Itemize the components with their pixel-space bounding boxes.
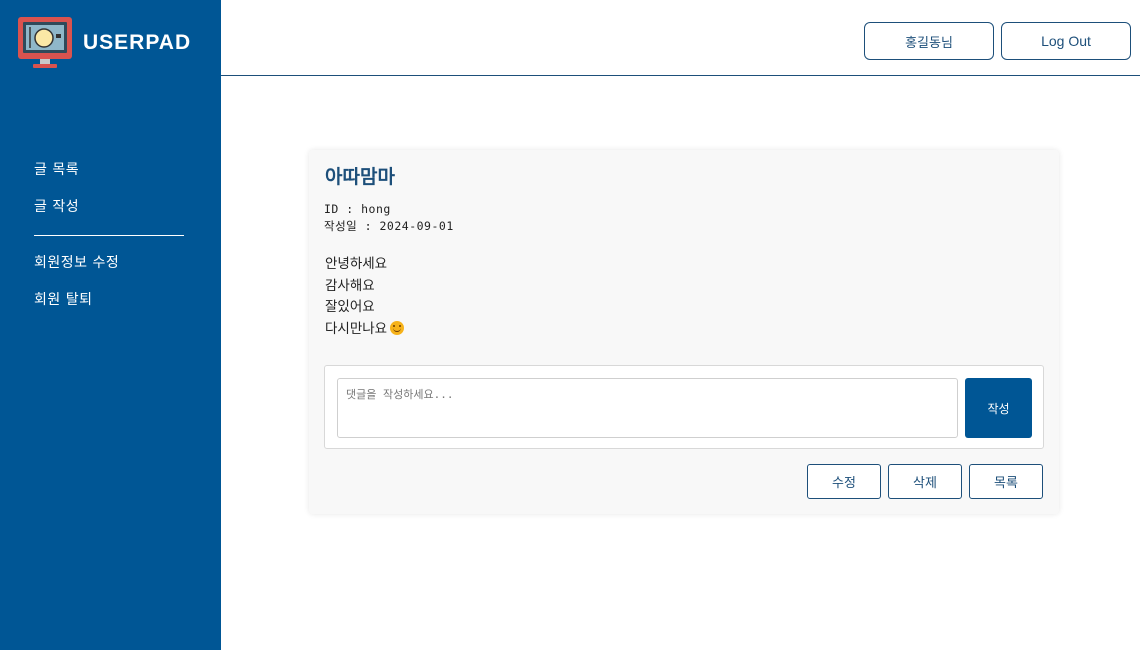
- user-button[interactable]: 홍길동님: [864, 22, 994, 60]
- computer-monitor-icon: [18, 17, 72, 68]
- delete-button[interactable]: 삭제: [888, 464, 962, 499]
- sidebar: USERPAD 글 목록 글 작성 회원정보 수정 회원 탈퇴: [0, 0, 221, 650]
- logout-button[interactable]: Log Out: [1001, 22, 1131, 60]
- post-actions: 수정 삭제 목록: [807, 464, 1043, 499]
- comment-form: 작성: [324, 365, 1044, 449]
- sidebar-divider: [34, 235, 184, 236]
- post-line-last: 다시만나요: [325, 319, 405, 341]
- post-card: 아따맘마 ID : hong 작성일 : 2024-09-01 안녕하세요 감사…: [309, 150, 1059, 514]
- sidebar-item-post-list[interactable]: 글 목록: [34, 158, 184, 195]
- logo[interactable]: USERPAD: [17, 16, 191, 70]
- brand-name: USERPAD: [83, 31, 192, 54]
- post-line: 감사해요: [325, 277, 375, 294]
- comment-input[interactable]: [337, 378, 958, 438]
- smiling-face-icon: [390, 320, 405, 335]
- sidebar-item-write-post[interactable]: 글 작성: [34, 195, 184, 232]
- sidebar-nav: 글 목록 글 작성 회원정보 수정 회원 탈퇴: [34, 158, 184, 325]
- sidebar-item-withdraw[interactable]: 회원 탈퇴: [34, 288, 184, 325]
- sidebar-item-edit-profile[interactable]: 회원정보 수정: [34, 251, 184, 288]
- post-title: 아따맘마: [325, 166, 395, 188]
- list-button[interactable]: 목록: [969, 464, 1043, 499]
- post-line: 안녕하세요: [325, 256, 388, 272]
- post-date: 작성일 : 2024-09-01: [324, 219, 454, 233]
- post-author-id: ID : hong: [324, 202, 391, 216]
- top-header: 홍길동님 Log Out: [221, 0, 1140, 76]
- post-content: 안녕하세요 감사해요 잘있어요 다시만나요: [325, 254, 405, 341]
- comment-submit-button[interactable]: 작성: [965, 378, 1032, 438]
- post-line: 다시만나요: [325, 320, 388, 337]
- post-meta: ID : hong 작성일 : 2024-09-01: [324, 201, 454, 235]
- edit-button[interactable]: 수정: [807, 464, 881, 499]
- post-line: 잘있어요: [325, 299, 375, 315]
